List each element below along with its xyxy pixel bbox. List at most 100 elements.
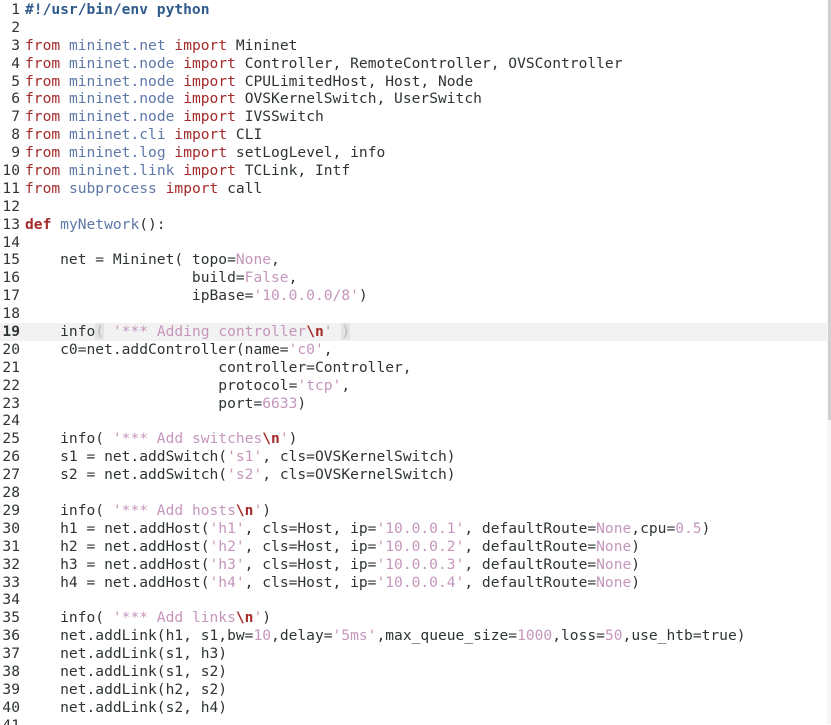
code-line[interactable]: 1 #!/usr/bin/env python (0, 1, 827, 19)
code-line[interactable]: 23 port=6633) (0, 395, 827, 413)
code-line[interactable]: 4 from mininet.node import Controller, Re… (0, 55, 827, 73)
code-text: h1 = net.addHost('h1', cls=Host, ip='10.… (20, 520, 710, 538)
line-number: 14 (2, 233, 20, 251)
code-line[interactable]: 38 net.addLink(s1, s2) (0, 663, 827, 681)
code-line[interactable]: 27 s2 = net.addSwitch('s2', cls=OVSKerne… (0, 466, 827, 484)
code-line[interactable]: 35 info( '*** Add links\n') (0, 609, 827, 627)
code-line[interactable]: 8 from mininet.cli import CLI (0, 126, 827, 144)
line-number: 39 (2, 680, 20, 698)
code-line[interactable]: 22 protocol='tcp', (0, 377, 827, 395)
token-kw: import (174, 144, 228, 162)
token-kw: import (183, 54, 236, 72)
code-editor[interactable]: 1 #!/usr/bin/env python 2 3 from mininet.net… (0, 0, 827, 725)
code-line[interactable]: 36 net.addLink(h1, s1,bw=10,delay='5ms',… (0, 627, 827, 645)
code-line[interactable]: 31 h2 = net.addHost('h2', cls=Host, ip='… (0, 538, 827, 556)
token-plain: net.addLink(h1, s1,bw= (25, 627, 254, 645)
token-plain: s2 = net.addSwitch( (25, 466, 228, 484)
token-plain: ) (631, 555, 641, 573)
token-plain: , cls=Host, ip= (244, 555, 377, 573)
code-line[interactable]: 20 c0=net.addController(name='c0', (0, 341, 827, 359)
token-str: '10.0.0.1' (376, 519, 465, 537)
code-line[interactable]: 37 net.addLink(s1, h3) (0, 645, 827, 663)
token-const: None (235, 251, 272, 269)
line-number: 4 (11, 54, 20, 72)
line-number: 25 (2, 430, 20, 448)
code-line[interactable]: 7 from mininet.node import IVSSwitch (0, 108, 827, 126)
code-line[interactable]: 11 from subprocess import call (0, 180, 827, 198)
token-const: 10 (253, 627, 272, 645)
code-line[interactable]: 16 build=False, (0, 269, 827, 287)
code-line[interactable]: 12 (0, 198, 827, 216)
token-plain: h4 = net.addHost( (25, 573, 210, 591)
code-line[interactable]: 14 (0, 234, 827, 252)
code-text: controller=Controller, (20, 359, 411, 377)
token-kw: from (25, 179, 61, 197)
token-plain: ,use_htb=true) (622, 627, 746, 645)
code-text: ipBase='10.0.0.0/8') (20, 287, 368, 305)
code-line[interactable]: 9 from mininet.log import setLogLevel, in… (0, 144, 827, 162)
code-line[interactable]: 15 net = Mininet( topo=None, (0, 251, 827, 269)
token-plain: ) (701, 519, 711, 537)
code-text: s2 = net.addSwitch('s2', cls=OVSKernelSw… (20, 466, 455, 484)
token-kw: from (25, 36, 61, 54)
line-number: 33 (2, 573, 20, 591)
code-line[interactable]: 3 from mininet.net import Mininet (0, 37, 827, 55)
code-line[interactable]: 13 def myNetwork(): (0, 216, 827, 234)
code-line[interactable]: 34 (0, 591, 827, 609)
token-plain: OVSKernelSwitch, UserSwitch (235, 90, 482, 108)
code-line[interactable]: 28 (0, 484, 827, 502)
line-number: 26 (2, 448, 20, 466)
line-number: 10 (2, 162, 20, 180)
code-line[interactable]: 21 controller=Controller, (0, 359, 827, 377)
token-plain: ,delay= (271, 627, 333, 645)
token-str: ' (279, 430, 289, 448)
token-plain: Controller, RemoteController, OVSControl… (235, 54, 623, 72)
line-number: 40 (2, 698, 20, 716)
line-number: 18 (2, 305, 20, 323)
line-number: 37 (2, 645, 20, 663)
token-plain: net = Mininet( topo= (25, 251, 236, 269)
token-str: 'c0' (288, 340, 324, 358)
token-plain: , cls=Host, ip= (244, 519, 377, 537)
token-plain: info( (25, 609, 113, 627)
token-fn: myNetwork (60, 215, 140, 233)
token-kw: import (174, 36, 228, 54)
token-esc: \n (262, 430, 280, 448)
token-plain: IVSSwitch (235, 108, 324, 126)
code-line[interactable]: 17 ipBase='10.0.0.0/8') (0, 287, 827, 305)
token-plain: ,loss= (552, 627, 605, 645)
code-line[interactable]: 24 (0, 412, 827, 430)
code-line[interactable]: 10 from mininet.link import TCLink, Intf (0, 162, 827, 180)
code-text: from mininet.node import CPULimitedHost,… (20, 73, 473, 91)
code-line[interactable]: 40 net.addLink(s2, h4) (0, 699, 827, 717)
code-line[interactable]: 33 h4 = net.addHost('h4', cls=Host, ip='… (0, 574, 827, 592)
token-plain: Mininet (227, 36, 298, 54)
line-number: 23 (2, 394, 20, 412)
code-line[interactable]: 32 h3 = net.addHost('h3', cls=Host, ip='… (0, 556, 827, 574)
code-line[interactable]: 29 info( '*** Add hosts\n') (0, 502, 827, 520)
token-const: None (596, 519, 632, 537)
line-number: 36 (2, 627, 20, 645)
token-const: None (596, 573, 632, 591)
code-line[interactable]: 18 (0, 305, 827, 323)
code-line[interactable]: 25 info( '*** Add switches\n') (0, 430, 827, 448)
code-text: from mininet.net import Mininet (20, 37, 297, 55)
code-line[interactable]: 19 info( '*** Adding controller\n' ) (0, 323, 827, 341)
token-str: 'h2' (209, 537, 245, 555)
code-line[interactable]: 6 from mininet.node import OVSKernelSwitc… (0, 90, 827, 108)
code-line[interactable]: 30 h1 = net.addHost('h1', cls=Host, ip='… (0, 520, 827, 538)
token-str: '*** Add switches (112, 430, 263, 448)
vertical-scrollbar[interactable] (827, 0, 831, 724)
code-line[interactable]: 26 s1 = net.addSwitch('s1', cls=OVSKerne… (0, 448, 827, 466)
code-text: c0=net.addController(name='c0', (20, 340, 332, 359)
token-kw: from (25, 162, 61, 180)
code-line[interactable]: 2 (0, 19, 827, 37)
code-line[interactable]: 5 from mininet.node import CPULimitedHost… (0, 73, 827, 91)
code-line[interactable]: 39 net.addLink(h2, s2) (0, 681, 827, 699)
